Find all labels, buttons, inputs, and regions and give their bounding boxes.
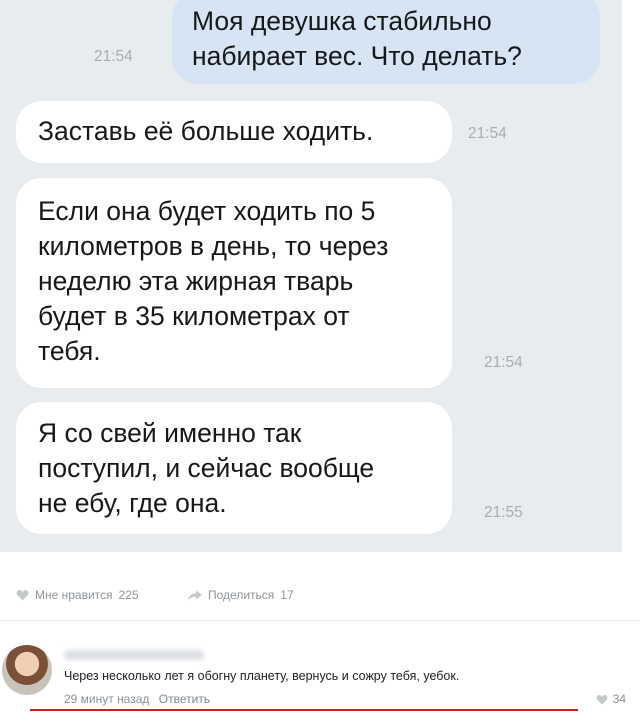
comment-meta: 29 минут назад Ответить	[64, 692, 210, 706]
red-underline	[30, 709, 578, 711]
comment-time[interactable]: 29 минут назад	[64, 692, 149, 706]
reply-link[interactable]: Ответить	[159, 692, 210, 706]
message-line: не ебу, где она.	[38, 488, 227, 518]
divider	[0, 620, 640, 621]
chat-screenshot: 21:54 Моя девушка стабильно набирает вес…	[0, 0, 622, 552]
message-line: километров в день, то через	[38, 231, 389, 261]
comment: Через несколько лет я обогну планету, ве…	[0, 630, 640, 725]
heart-icon	[16, 589, 29, 601]
author-name-blurred	[64, 650, 204, 660]
message-line: будет в 35 километрах от	[38, 301, 350, 331]
message-line: тебя.	[38, 336, 101, 366]
share-icon	[188, 589, 202, 601]
avatar[interactable]	[2, 645, 52, 695]
message-line: набирает вес. Что делать?	[192, 41, 522, 71]
comment-like-count: 34	[612, 692, 626, 706]
message-line: Заставь её больше ходить.	[38, 116, 374, 146]
message-line: Моя девушка стабильно	[192, 6, 492, 36]
incoming-message-bubble: Если она будет ходить по 5 километров в …	[16, 178, 452, 388]
like-label: Мне нравится	[35, 588, 113, 602]
message-line: поступил, и сейчас вообще	[38, 453, 375, 483]
message-line: неделю эта жирная тварь	[38, 266, 354, 296]
comment-text: Через несколько лет я обогну планету, ве…	[64, 669, 460, 683]
incoming-message-bubble: Я со свей именно так поступил, и сейчас …	[16, 402, 452, 534]
like-button[interactable]: Мне нравится 225	[16, 588, 139, 602]
message-line: Я со свей именно так	[38, 418, 302, 448]
share-button[interactable]: Поделиться 17	[188, 588, 294, 602]
message-time: 21:54	[484, 354, 523, 371]
share-count: 17	[280, 588, 294, 602]
incoming-message-bubble: Заставь её больше ходить.	[16, 101, 452, 163]
share-label: Поделиться	[208, 588, 275, 602]
outgoing-message-bubble: Моя девушка стабильно набирает вес. Что …	[172, 0, 600, 84]
message-time: 21:55	[484, 504, 523, 521]
like-count: 225	[118, 588, 139, 602]
comment-like-button[interactable]: 34	[596, 692, 626, 706]
message-line: Если она будет ходить по 5	[38, 196, 376, 226]
message-time: 21:54	[94, 48, 133, 65]
heart-icon	[596, 694, 608, 705]
post-actions: Мне нравится 225 Поделиться 17	[0, 588, 640, 614]
message-time: 21:54	[468, 125, 507, 142]
